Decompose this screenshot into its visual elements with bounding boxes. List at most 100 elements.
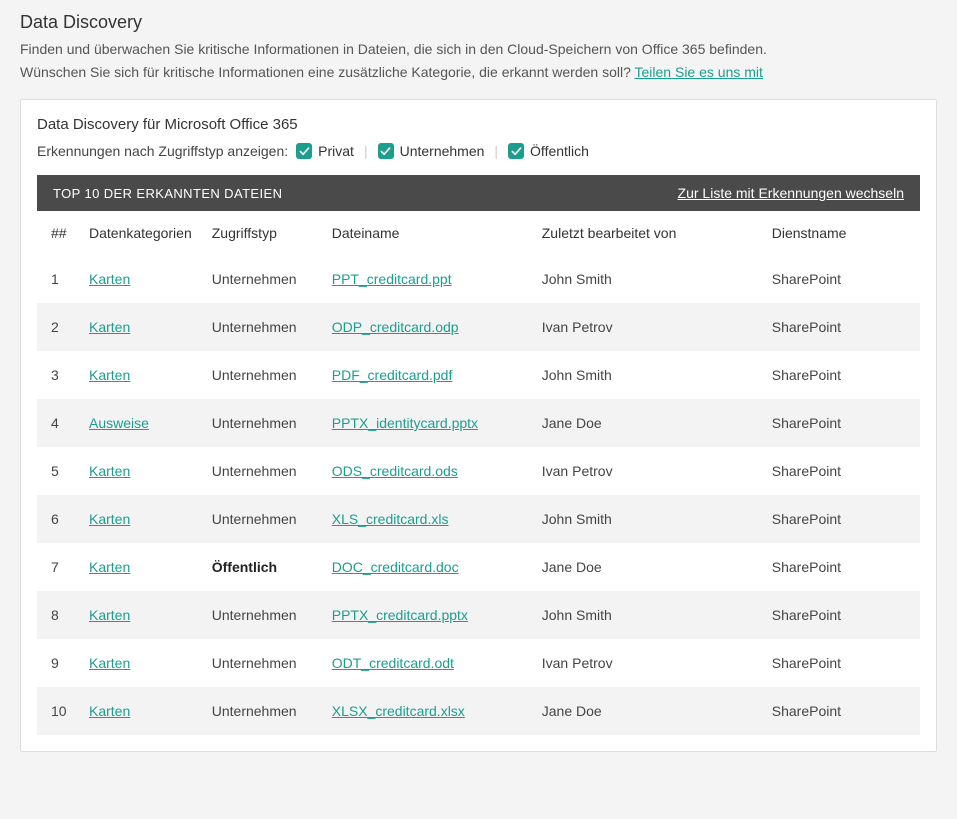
cell-category: Karten xyxy=(79,255,202,303)
filter-label-oeffentlich: Öffentlich xyxy=(530,143,589,159)
cell-filename: PPTX_identitycard.pptx xyxy=(322,399,532,447)
filter-checkbox-unternehmen[interactable]: Unternehmen xyxy=(378,143,485,159)
filename-link[interactable]: PPTX_identitycard.pptx xyxy=(332,415,478,431)
filter-checkbox-privat[interactable]: Privat xyxy=(296,143,354,159)
cell-access: Unternehmen xyxy=(202,687,322,735)
cell-index: 6 xyxy=(37,495,79,543)
category-link[interactable]: Karten xyxy=(89,367,130,383)
cell-service: SharePoint xyxy=(762,303,920,351)
cell-index: 3 xyxy=(37,351,79,399)
filter-label-privat: Privat xyxy=(318,143,354,159)
category-link[interactable]: Karten xyxy=(89,607,130,623)
filename-link[interactable]: XLS_creditcard.xls xyxy=(332,511,449,527)
category-link[interactable]: Karten xyxy=(89,319,130,335)
cell-editedby: Jane Doe xyxy=(532,687,762,735)
discovery-panel: Data Discovery für Microsoft Office 365 … xyxy=(20,99,937,752)
cell-editedby: Jane Doe xyxy=(532,543,762,591)
filename-link[interactable]: PPTX_creditcard.pptx xyxy=(332,607,468,623)
table-header-row: ## Datenkategorien Zugriffstyp Dateiname… xyxy=(37,211,920,255)
checkmark-icon xyxy=(508,143,524,159)
category-link[interactable]: Ausweise xyxy=(89,415,149,431)
cell-editedby: John Smith xyxy=(532,255,762,303)
cell-access: Öffentlich xyxy=(202,543,322,591)
filter-checkbox-oeffentlich[interactable]: Öffentlich xyxy=(508,143,589,159)
cell-filename: XLSX_creditcard.xlsx xyxy=(322,687,532,735)
cell-editedby: Jane Doe xyxy=(532,399,762,447)
cell-category: Karten xyxy=(79,639,202,687)
col-header-filename: Dateiname xyxy=(322,211,532,255)
col-header-access: Zugriffstyp xyxy=(202,211,322,255)
cell-filename: PPT_creditcard.ppt xyxy=(322,255,532,303)
filter-divider: | xyxy=(362,143,370,159)
cell-service: SharePoint xyxy=(762,495,920,543)
filename-link[interactable]: PDF_creditcard.pdf xyxy=(332,367,453,383)
table-row: 1KartenUnternehmenPPT_creditcard.pptJohn… xyxy=(37,255,920,303)
cell-category: Karten xyxy=(79,495,202,543)
cell-access: Unternehmen xyxy=(202,399,322,447)
cell-service: SharePoint xyxy=(762,639,920,687)
col-header-editedby: Zuletzt bearbeitet von xyxy=(532,211,762,255)
panel-title: Data Discovery für Microsoft Office 365 xyxy=(37,116,920,133)
cell-editedby: Ivan Petrov xyxy=(532,303,762,351)
filename-link[interactable]: DOC_creditcard.doc xyxy=(332,559,459,575)
cell-service: SharePoint xyxy=(762,399,920,447)
filename-link[interactable]: PPT_creditcard.ppt xyxy=(332,271,452,287)
cell-filename: ODT_creditcard.odt xyxy=(322,639,532,687)
cell-index: 8 xyxy=(37,591,79,639)
cell-index: 1 xyxy=(37,255,79,303)
col-header-index: ## xyxy=(37,211,79,255)
cell-index: 9 xyxy=(37,639,79,687)
cell-category: Ausweise xyxy=(79,399,202,447)
filename-link[interactable]: XLSX_creditcard.xlsx xyxy=(332,703,465,719)
filter-label-unternehmen: Unternehmen xyxy=(400,143,485,159)
filter-row: Erkennungen nach Zugriffstyp anzeigen: P… xyxy=(37,143,920,159)
page-title: Data Discovery xyxy=(20,12,937,33)
checkmark-icon xyxy=(296,143,312,159)
cell-editedby: Ivan Petrov xyxy=(532,639,762,687)
filename-link[interactable]: ODT_creditcard.odt xyxy=(332,655,454,671)
category-link[interactable]: Karten xyxy=(89,511,130,527)
page-description-line2-prefix: Wünschen Sie sich für kritische Informat… xyxy=(20,64,635,80)
cell-editedby: John Smith xyxy=(532,495,762,543)
cell-filename: ODS_creditcard.ods xyxy=(322,447,532,495)
cell-service: SharePoint xyxy=(762,351,920,399)
cell-service: SharePoint xyxy=(762,255,920,303)
cell-filename: DOC_creditcard.doc xyxy=(322,543,532,591)
cell-access: Unternehmen xyxy=(202,303,322,351)
category-link[interactable]: Karten xyxy=(89,463,130,479)
detections-table: ## Datenkategorien Zugriffstyp Dateiname… xyxy=(37,211,920,735)
filter-label: Erkennungen nach Zugriffstyp anzeigen: xyxy=(37,143,288,159)
filter-divider: | xyxy=(492,143,500,159)
cell-editedby: John Smith xyxy=(532,591,762,639)
category-link[interactable]: Karten xyxy=(89,703,130,719)
table-row: 5KartenUnternehmenODS_creditcard.odsIvan… xyxy=(37,447,920,495)
col-header-category: Datenkategorien xyxy=(79,211,202,255)
cell-access: Unternehmen xyxy=(202,639,322,687)
table-row: 10KartenUnternehmenXLSX_creditcard.xlsxJ… xyxy=(37,687,920,735)
cell-service: SharePoint xyxy=(762,591,920,639)
cell-index: 5 xyxy=(37,447,79,495)
table-row: 6 Karten Unternehmen XLS_creditcard.xls John… xyxy=(37,495,920,543)
detections-list-link[interactable]: Zur Liste mit Erkennungen wechseln xyxy=(678,185,904,201)
table-header-title: TOP 10 DER ERKANNTEN DATEIEN xyxy=(53,186,282,201)
category-link[interactable]: Karten xyxy=(89,655,130,671)
table-row: 4 Ausweise Unternehmen PPTX_identitycard.pp… xyxy=(37,399,920,447)
cell-service: SharePoint xyxy=(762,447,920,495)
cell-category: Karten xyxy=(79,447,202,495)
cell-filename: PDF_creditcard.pdf xyxy=(322,351,532,399)
cell-index: 4 xyxy=(37,399,79,447)
cell-access: Unternehmen xyxy=(202,351,322,399)
cell-filename: XLS_creditcard.xls xyxy=(322,495,532,543)
page-description-line1: Finden und überwachen Sie kritische Info… xyxy=(20,39,937,60)
category-link[interactable]: Karten xyxy=(89,271,130,287)
table-row: 2KartenUnternehmenODP_creditcard.odpIvan… xyxy=(37,303,920,351)
cell-access: Unternehmen xyxy=(202,495,322,543)
filename-link[interactable]: ODS_creditcard.ods xyxy=(332,463,458,479)
category-link[interactable]: Karten xyxy=(89,559,130,575)
filename-link[interactable]: ODP_creditcard.odp xyxy=(332,319,459,335)
feedback-link[interactable]: Teilen Sie es uns mit xyxy=(635,64,763,80)
cell-category: Karten xyxy=(79,303,202,351)
page-description-line2: Wünschen Sie sich für kritische Informat… xyxy=(20,62,937,83)
table-header-bar: TOP 10 DER ERKANNTEN DATEIEN Zur Liste m… xyxy=(37,175,920,211)
cell-index: 7 xyxy=(37,543,79,591)
